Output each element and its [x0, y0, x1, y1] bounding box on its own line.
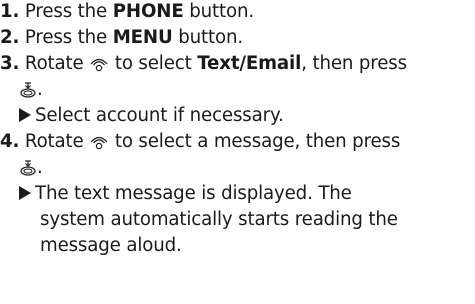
- step-text: , then press: [301, 53, 407, 74]
- step-text: .: [37, 79, 43, 100]
- note-text: Select account if necessary.: [35, 105, 284, 126]
- step-text: Rotate: [24, 131, 84, 152]
- step-number: 3.: [0, 53, 20, 74]
- step-number: 1.: [0, 1, 20, 22]
- step-3-continued: .: [19, 78, 43, 102]
- step-text: to select a message, then press: [114, 131, 401, 152]
- note-text: message aloud.: [40, 235, 182, 256]
- step-number: 2.: [0, 27, 20, 48]
- step-4-continued: .: [19, 156, 43, 180]
- result-arrow-icon: [19, 186, 31, 200]
- step-4: 4. Rotate to select a message, then pres…: [0, 130, 400, 154]
- step-number: 4.: [0, 131, 20, 152]
- step-4-note-line-1: The text message is displayed. The: [19, 182, 352, 206]
- step-text: button.: [178, 27, 243, 48]
- interface-dial-press-icon: [19, 159, 37, 177]
- step-text: Press the: [24, 1, 108, 22]
- text-email-label: Text/Email: [197, 53, 302, 74]
- step-1: 1. Press the PHONE button.: [0, 0, 254, 24]
- result-arrow-icon: [19, 108, 31, 122]
- interface-dial-press-icon: [19, 81, 37, 99]
- step-4-note-line-3: message aloud.: [40, 234, 182, 258]
- menu-button-label: MENU: [112, 27, 173, 48]
- step-3: 3. Rotate to select Text/Email, then pre…: [0, 52, 407, 76]
- interface-dial-rotate-icon: [89, 56, 109, 72]
- step-text: Rotate: [24, 53, 84, 74]
- note-text: system automatically starts reading the: [40, 209, 398, 230]
- step-4-note-line-2: system automatically starts reading the: [40, 208, 398, 232]
- step-3-note: Select account if necessary.: [19, 104, 284, 128]
- note-text: The text message is displayed. The: [35, 183, 352, 204]
- step-text: button.: [189, 1, 254, 22]
- step-2: 2. Press the MENU button.: [0, 26, 243, 50]
- step-text: to select: [114, 53, 192, 74]
- step-text: Press the: [24, 27, 108, 48]
- interface-dial-rotate-icon: [89, 134, 109, 150]
- step-text: .: [37, 157, 43, 178]
- phone-button-label: PHONE: [112, 1, 184, 22]
